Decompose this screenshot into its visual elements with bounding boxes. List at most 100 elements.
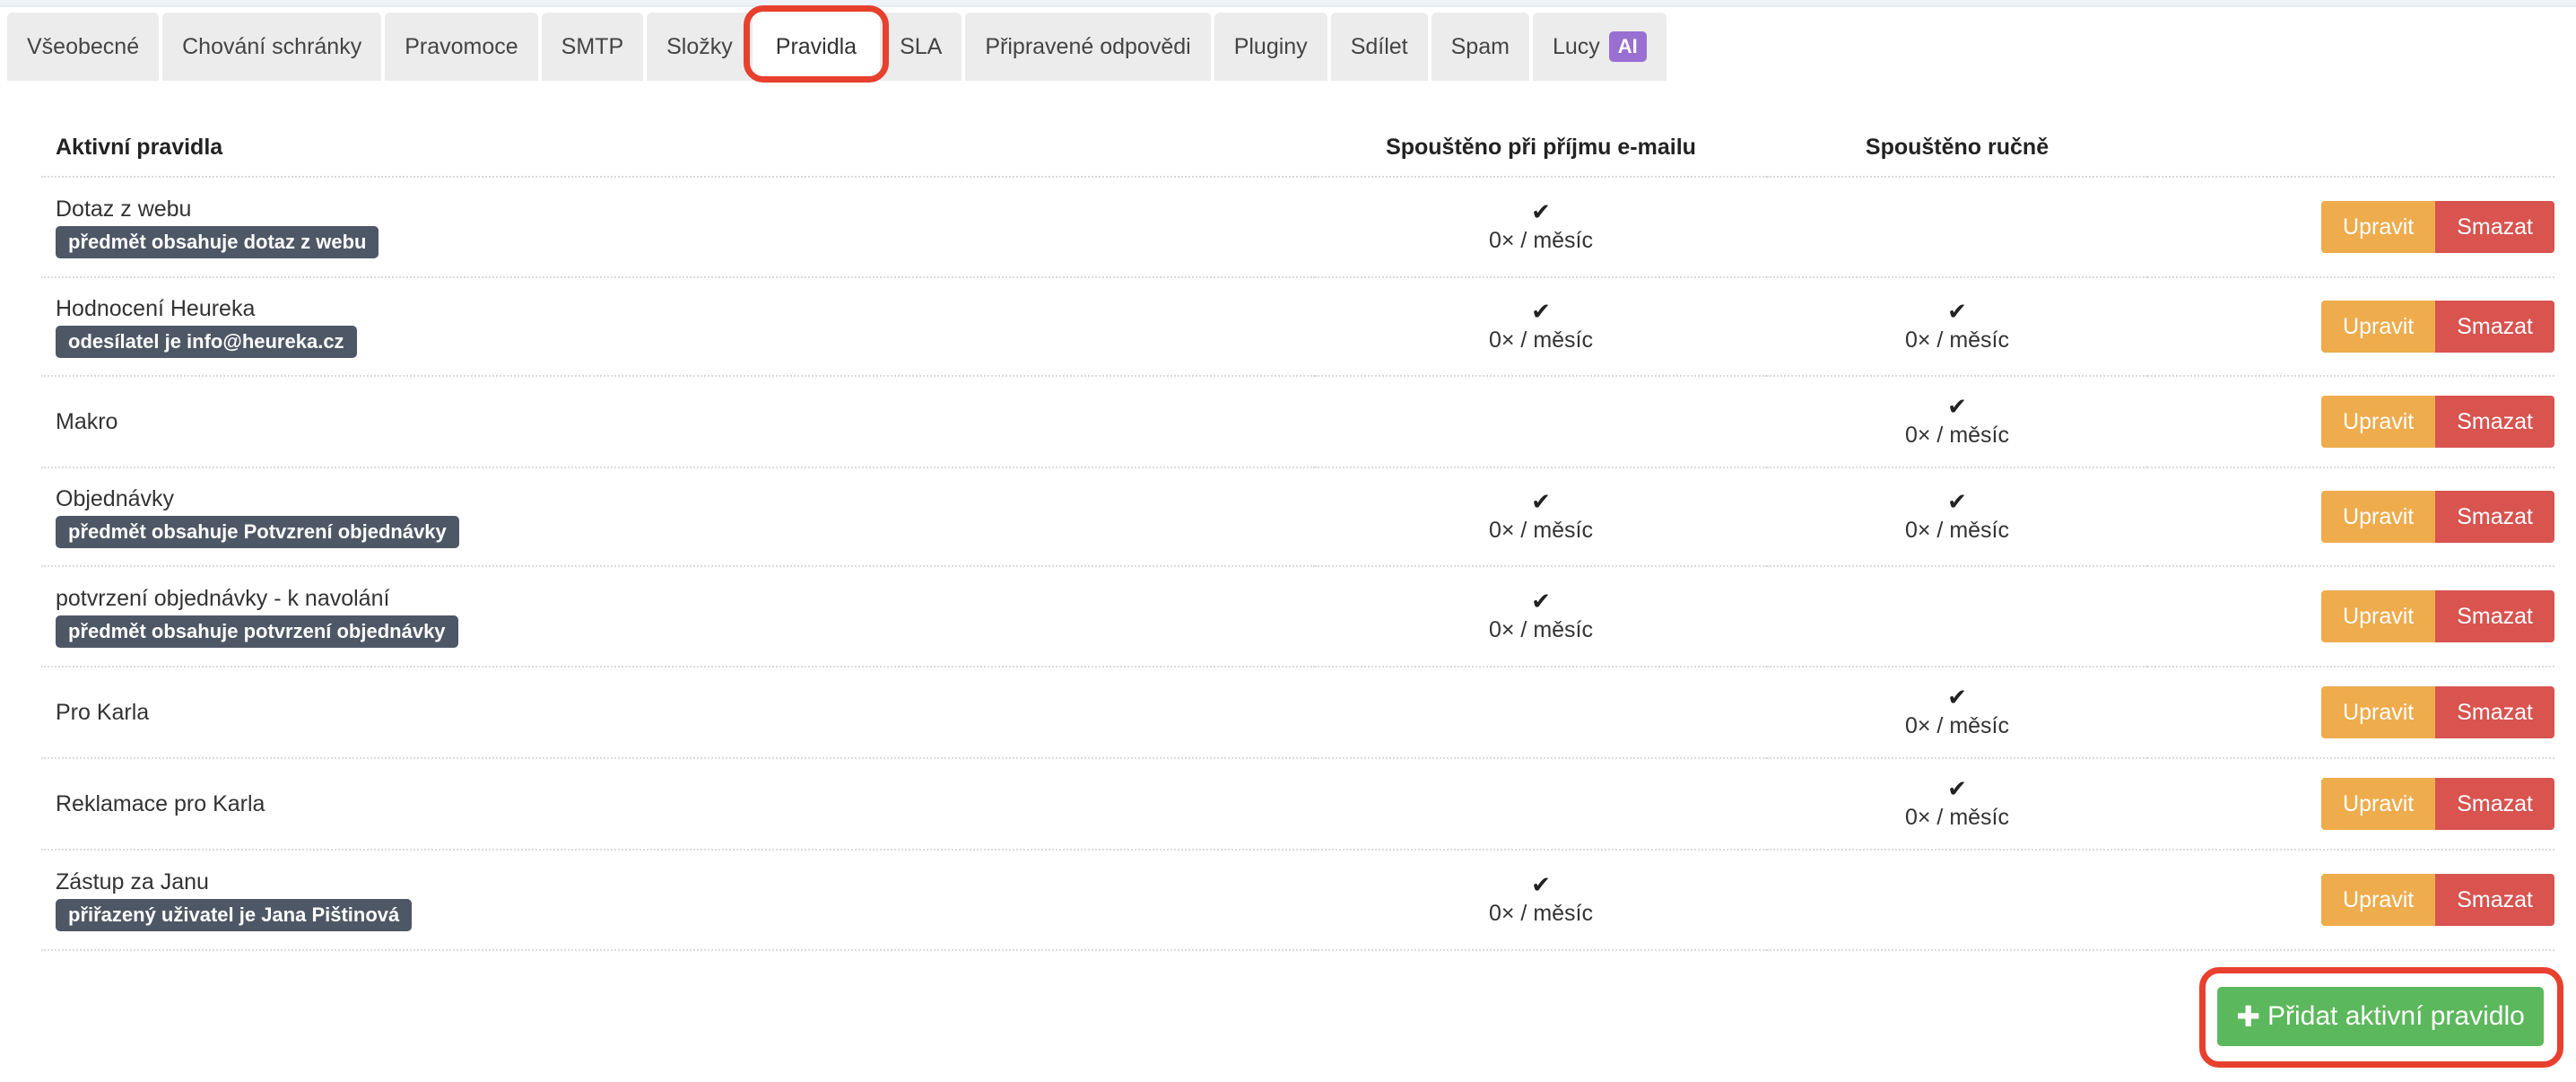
edit-button[interactable]: Upravit [2321, 396, 2436, 448]
manual-cell: ✔ 0× / měsíc [1767, 277, 2147, 377]
rule-name: Objednávky [56, 486, 175, 511]
on-receive-cell: ✔ 0× / měsíc [1315, 566, 1767, 668]
edit-button[interactable]: Upravit [2321, 491, 2436, 543]
tab-1[interactable]: Chování schránky [162, 13, 382, 81]
check-icon: ✔ [1947, 298, 1967, 325]
tab-label: Všeobecné [27, 33, 140, 59]
on-receive-cell [1315, 667, 1767, 759]
delete-button[interactable]: Smazat [2435, 874, 2554, 926]
run-count: 0× / měsíc [1488, 617, 1593, 642]
run-count: 0× / měsíc [1904, 518, 2009, 543]
table-row: Objednávky předmět obsahuje Potvzrení obj… [41, 467, 2554, 567]
table-row: Hodnocení Heureka odesílatel je info@heur… [41, 277, 2554, 377]
rule-name: Makro [56, 409, 118, 434]
tab-10[interactable]: Spam [1431, 13, 1529, 81]
rule-name: Zástup za Janu [56, 869, 209, 894]
actions-cell: Upravit Smazat [2147, 850, 2554, 951]
manual-cell: ✔ 0× / měsíc [1767, 467, 2147, 567]
tab-label: Pravomoce [405, 33, 518, 59]
actions-cell: Upravit Smazat [2147, 566, 2554, 668]
check-icon: ✔ [1531, 488, 1551, 515]
on-receive-cell: ✔ 0× / měsíc [1315, 850, 1767, 951]
tab-2[interactable]: Pravomoce [385, 13, 538, 81]
tab-3[interactable]: SMTP [541, 13, 644, 81]
check-icon: ✔ [1531, 871, 1551, 898]
manual-cell: ✔ 0× / měsíc [1767, 667, 2147, 759]
highlight-pravidla-tab [743, 5, 890, 83]
check-icon: ✔ [1947, 684, 1967, 711]
edit-button[interactable]: Upravit [2321, 686, 2436, 738]
rule-name-cell: Makro [41, 376, 1315, 468]
on-receive-cell: ✔ 0× / měsíc [1315, 177, 1767, 278]
header-actions [2147, 118, 2554, 178]
rule-name: Reklamace pro Karla [56, 791, 265, 816]
rule-name: Hodnocení Heureka [56, 296, 256, 321]
delete-button[interactable]: Smazat [2435, 778, 2554, 830]
actions-cell: Upravit Smazat [2147, 177, 2554, 278]
run-count: 0× / měsíc [1488, 518, 1593, 543]
delete-button[interactable]: Smazat [2435, 590, 2554, 642]
rule-name: potvrzení objednávky - k navolání [56, 586, 390, 611]
edit-button[interactable]: Upravit [2321, 201, 2436, 253]
tab-label: Lucy [1552, 33, 1600, 59]
header-manual: Spouštěno ručně [1767, 118, 2147, 178]
manual-cell [1767, 177, 2147, 278]
rule-name-cell: Reklamace pro Karla [41, 758, 1315, 851]
table-row: Pro Karla ✔ 0× / měsíc Upravit Smazat [41, 667, 2554, 759]
actions-cell: Upravit Smazat [2147, 376, 2554, 468]
table-header-row: Aktivní pravidla Spouštěno při příjmu e-… [41, 118, 2554, 178]
table-row: Makro ✔ 0× / měsíc Upravit Smazat [41, 376, 2554, 468]
edit-button[interactable]: Upravit [2321, 778, 2436, 830]
tab-0[interactable]: Všeobecné [7, 13, 160, 81]
check-icon: ✔ [1947, 488, 1967, 515]
delete-button[interactable]: Smazat [2435, 201, 2554, 253]
edit-button[interactable]: Upravit [2321, 590, 2436, 642]
rules-table: Aktivní pravidla Spouštěno při příjmu e-… [41, 118, 2554, 951]
actions-cell: Upravit Smazat [2147, 467, 2554, 567]
header-on-receive: Spouštěno při příjmu e-mailu [1315, 118, 1767, 178]
actions-cell: Upravit Smazat [2147, 758, 2554, 851]
rule-condition-badge: předmět obsahuje Potvzrení objednávky [56, 516, 459, 548]
tab-label: Složky [666, 33, 733, 59]
run-count: 0× / měsíc [1904, 327, 2009, 353]
rule-name-cell: Pro Karla [41, 667, 1315, 759]
delete-button[interactable]: Smazat [2435, 396, 2554, 448]
rule-name-cell: Zástup za Janu přiřazený uživatel je Jana… [41, 850, 1315, 951]
tab-8[interactable]: Pluginy [1214, 13, 1327, 81]
ai-badge: AI [1608, 31, 1647, 62]
run-count: 0× / měsíc [1488, 327, 1593, 353]
manual-cell [1767, 566, 2147, 668]
rule-name: Pro Karla [56, 700, 150, 725]
tab-label: Připravené odpovědi [985, 33, 1191, 59]
rule-name: Dotaz z webu [56, 196, 192, 222]
edit-button[interactable]: Upravit [2321, 874, 2436, 926]
tab-7[interactable]: Připravené odpovědi [965, 13, 1211, 81]
delete-button[interactable]: Smazat [2435, 686, 2554, 738]
rule-condition-badge: předmět obsahuje dotaz z webu [56, 226, 379, 258]
delete-button[interactable]: Smazat [2435, 491, 2554, 543]
rules-panel: Aktivní pravidla Spouštěno při příjmu e-… [9, 81, 2567, 1082]
actions-cell: Upravit Smazat [2147, 667, 2554, 759]
run-count: 0× / měsíc [1488, 901, 1593, 926]
delete-button[interactable]: Smazat [2435, 301, 2554, 353]
tab-label: SLA [900, 33, 943, 59]
top-bar [0, 0, 2576, 7]
highlight-add-button [2199, 967, 2563, 1068]
check-icon: ✔ [1947, 393, 1967, 420]
check-icon: ✔ [1531, 198, 1551, 225]
tab-9[interactable]: Sdílet [1330, 13, 1428, 81]
tab-6[interactable]: SLA [880, 13, 962, 81]
run-count: 0× / měsíc [1904, 713, 2009, 738]
manual-cell: ✔ 0× / měsíc [1767, 758, 2147, 851]
tab-11[interactable]: Lucy AI [1532, 13, 1667, 81]
edit-button[interactable]: Upravit [2321, 301, 2436, 353]
rule-name-cell: potvrzení objednávky - k navolání předmět… [41, 566, 1315, 668]
tab-4[interactable]: Složky [647, 13, 753, 81]
rule-condition-badge: přiřazený uživatel je Jana Pištinová [56, 899, 413, 931]
check-icon: ✔ [1531, 588, 1551, 615]
table-row: Reklamace pro Karla ✔ 0× / měsíc Upravit Sma… [41, 758, 2554, 851]
on-receive-cell: ✔ 0× / měsíc [1315, 467, 1767, 567]
manual-cell [1767, 850, 2147, 951]
rule-name-cell: Objednávky předmět obsahuje Potvzrení obj… [41, 467, 1315, 567]
tab-label: Spam [1450, 33, 1510, 59]
